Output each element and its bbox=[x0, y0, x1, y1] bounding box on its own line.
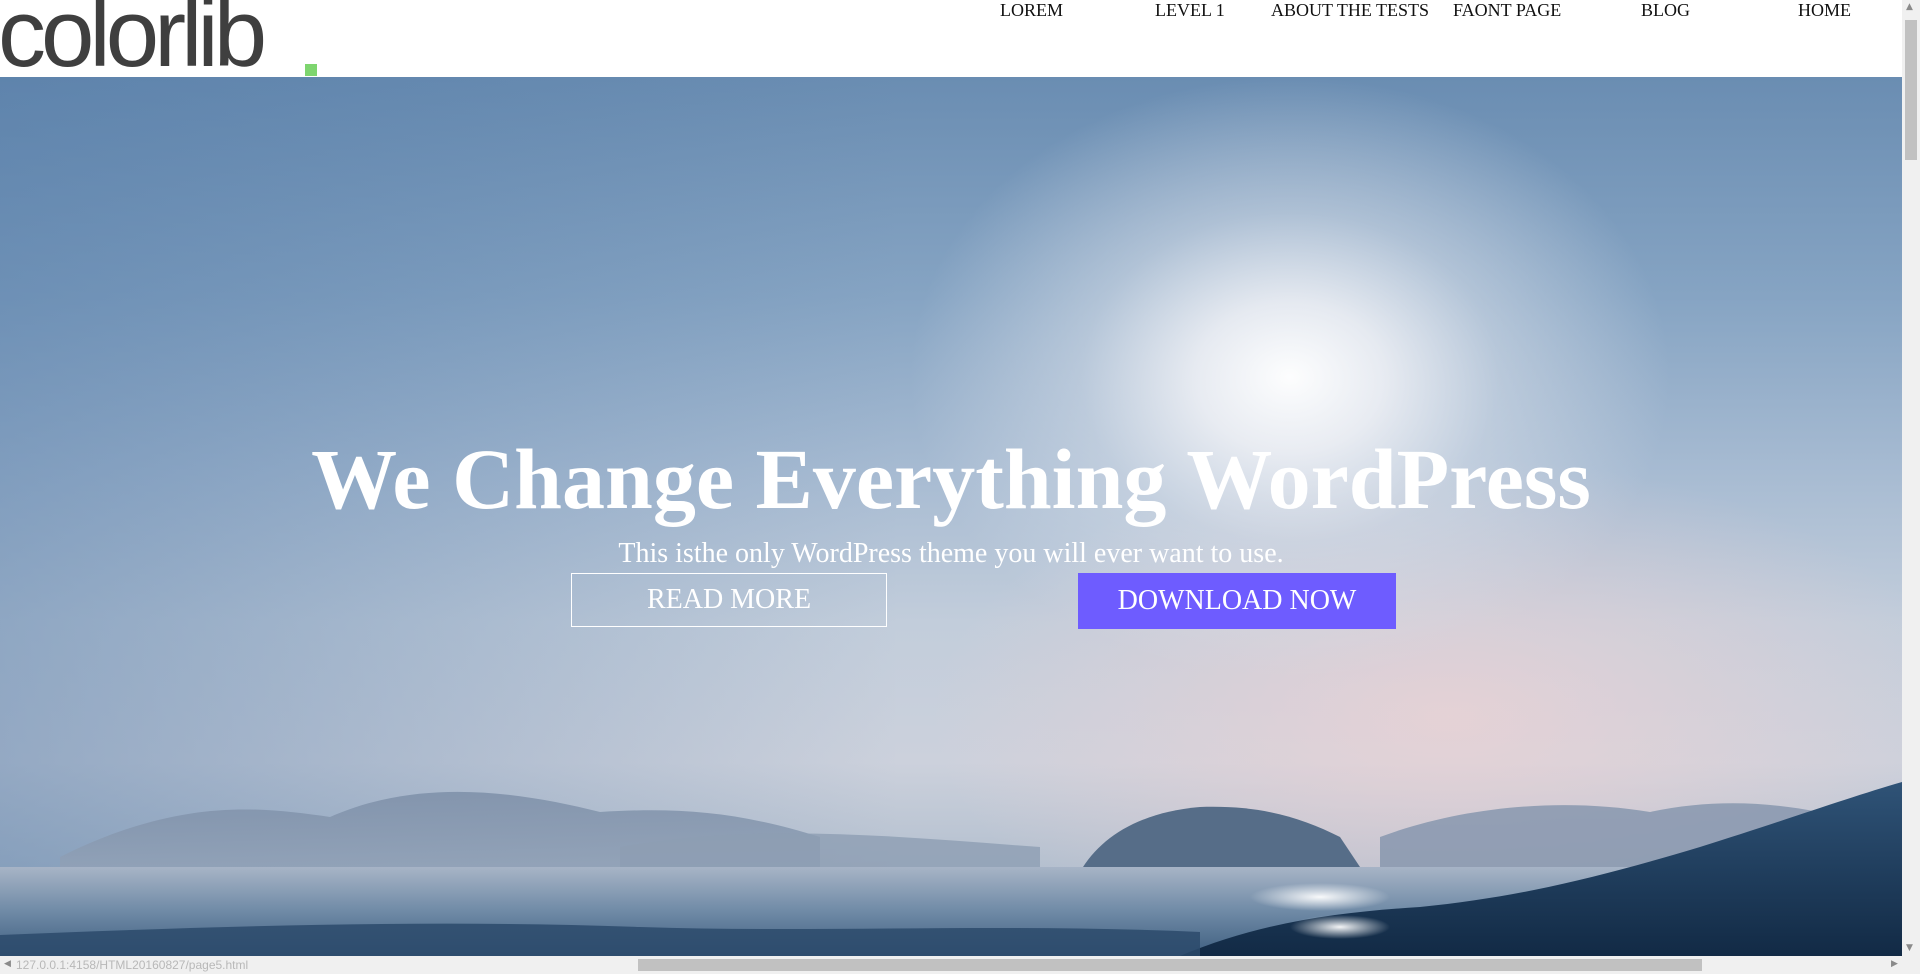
hero-subtitle: This isthe only WordPress theme you will… bbox=[618, 538, 1284, 569]
page-viewport: colorlib LOREM LEVEL 1 ABOUT THE TESTS F… bbox=[0, 0, 1902, 956]
vertical-scrollbar[interactable]: ▲ ▼ bbox=[1902, 0, 1920, 956]
hero-section: We Change Everything WordPress This isth… bbox=[0, 77, 1902, 956]
scroll-up-icon[interactable]: ▲ bbox=[1906, 3, 1913, 12]
scroll-left-icon[interactable]: ◀ bbox=[4, 960, 11, 969]
main-nav: LOREM LEVEL 1 ABOUT THE TESTS FAONT PAGE… bbox=[0, 0, 1902, 24]
nav-item-blog[interactable]: BLOG bbox=[1641, 0, 1690, 20]
nav-item-lorem[interactable]: LOREM bbox=[1000, 0, 1063, 20]
status-bar-url: 127.0.0.1:4158/HTML20160827/page5.html bbox=[16, 958, 249, 972]
logo-dot bbox=[305, 64, 317, 76]
nav-item-about-the-tests[interactable]: ABOUT THE TESTS bbox=[1271, 0, 1429, 20]
nav-item-level-1[interactable]: LEVEL 1 bbox=[1155, 0, 1225, 20]
scroll-down-icon[interactable]: ▼ bbox=[1906, 944, 1913, 953]
horizontal-scrollbar-thumb[interactable] bbox=[638, 959, 1702, 971]
site-header: colorlib LOREM LEVEL 1 ABOUT THE TESTS F… bbox=[0, 0, 1902, 82]
nav-item-home[interactable]: HOME bbox=[1798, 0, 1851, 20]
scroll-right-icon[interactable]: ▶ bbox=[1891, 960, 1898, 969]
download-now-button[interactable]: DOWNLOAD NOW bbox=[1078, 573, 1396, 629]
hero-title: We Change Everything WordPress bbox=[311, 431, 1591, 527]
read-more-button[interactable]: READ MORE bbox=[571, 573, 887, 627]
vertical-scrollbar-thumb[interactable] bbox=[1905, 20, 1917, 160]
horizontal-scrollbar[interactable]: ◀ ▶ bbox=[0, 956, 1920, 974]
nav-item-faont-page[interactable]: FAONT PAGE bbox=[1453, 0, 1561, 20]
